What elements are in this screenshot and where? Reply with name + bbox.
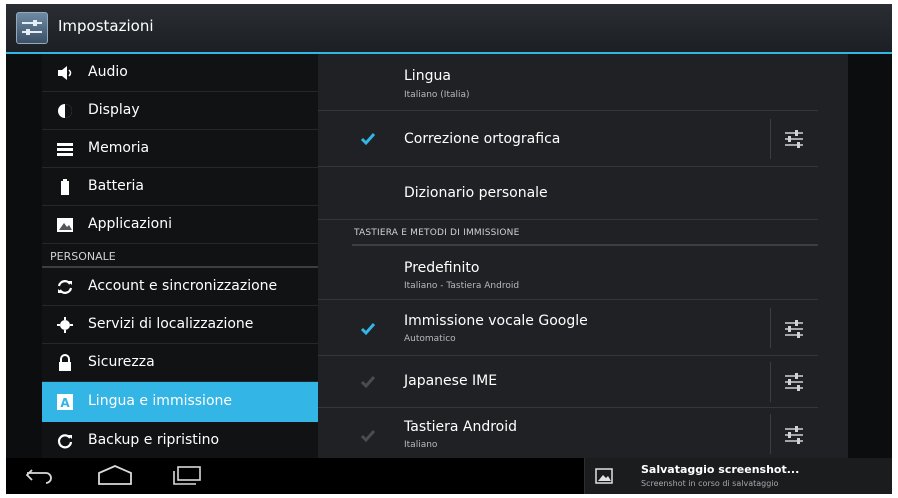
tune-icon[interactable]	[782, 128, 806, 150]
setting-title: Lingua	[404, 68, 451, 84]
tune-icon[interactable]	[782, 371, 806, 393]
sidebar-item-label: Account e sincronizzazione	[88, 278, 278, 294]
sidebar-item-sicurezza[interactable]: Sicurezza	[42, 344, 318, 382]
system-navigation-bar: Salvataggio screenshot... Screenshot in …	[6, 458, 892, 494]
android-screen: Impostazioni Audio Display Memoria Batte…	[6, 4, 892, 494]
recents-icon[interactable]	[170, 465, 204, 487]
sidebar-item-label: Servizi di localizzazione	[88, 316, 254, 332]
sidebar-item-applicazioni[interactable]: Applicazioni	[42, 206, 318, 244]
checkbox-checked-disabled-icon[interactable]	[360, 374, 376, 390]
tune-icon[interactable]	[782, 318, 806, 340]
sidebar-item-label: Sicurezza	[88, 354, 155, 370]
row-divider	[770, 414, 771, 454]
brightness-icon	[58, 104, 72, 118]
row-divider	[770, 362, 771, 402]
setting-subtitle: Automatico	[404, 334, 456, 344]
sidebar-item-label: Batteria	[88, 178, 144, 194]
sidebar-section-header: PERSONALE	[42, 244, 318, 268]
notification-title: Salvataggio screenshot...	[641, 463, 800, 476]
sidebar-item-account[interactable]: Account e sincronizzazione	[42, 268, 318, 306]
screenshot-notification[interactable]: Salvataggio screenshot... Screenshot in …	[584, 458, 892, 494]
sidebar-item-display[interactable]: Display	[42, 92, 318, 130]
setting-title: Correzione ortografica	[404, 131, 561, 147]
location-icon	[57, 317, 73, 333]
section-header-label: PERSONALE	[50, 250, 116, 263]
sidebar-item-localizzazione[interactable]: Servizi di localizzazione	[42, 306, 318, 344]
sidebar-item-memoria[interactable]: Memoria	[42, 130, 318, 168]
setting-title: Tastiera Android	[404, 419, 518, 435]
settings-category-list[interactable]: Audio Display Memoria Batteria Applicazi…	[42, 54, 318, 458]
setting-subtitle: Italiano (Italia)	[404, 90, 470, 100]
battery-icon	[61, 179, 69, 195]
image-icon	[595, 468, 613, 484]
sidebar-item-label: Applicazioni	[88, 216, 172, 232]
sidebar-item-audio[interactable]: Audio	[42, 54, 318, 92]
language-setting-row[interactable]: Lingua Italiano (Italia)	[318, 54, 818, 111]
back-icon[interactable]	[24, 467, 54, 485]
sync-icon	[57, 280, 73, 294]
sidebar-item-label: Audio	[88, 64, 128, 80]
language-input-settings-pane[interactable]: Lingua Italiano (Italia) Correzione orto…	[318, 54, 848, 458]
sidebar-item-label: Display	[88, 102, 140, 118]
keyboard-section-header: TASTIERA E METODI DI IMMISSIONE	[352, 220, 818, 246]
setting-title: Predefinito	[404, 260, 480, 276]
japanese-ime-row[interactable]: Japanese IME	[318, 356, 818, 408]
spell-check-row[interactable]: Correzione ortografica	[318, 111, 818, 167]
svg-text:A: A	[60, 396, 70, 410]
sidebar-item-backup[interactable]: Backup e ripristino	[42, 422, 318, 458]
settings-sliders-icon[interactable]	[16, 12, 48, 44]
apps-icon	[57, 218, 73, 232]
tune-icon[interactable]	[782, 424, 806, 446]
setting-title: Japanese IME	[404, 373, 498, 389]
storage-icon	[57, 143, 73, 156]
android-keyboard-row[interactable]: Tastiera Android Italiano	[318, 408, 818, 458]
setting-title: Immissione vocale Google	[404, 313, 588, 329]
row-divider	[770, 308, 771, 348]
sidebar-item-label: Lingua e immissione	[88, 393, 232, 409]
notification-subtitle: Screenshot in corso di salvataggio	[641, 479, 779, 488]
default-ime-row[interactable]: Predefinito Italiano - Tastiera Android	[318, 246, 818, 300]
page-title: Impostazioni	[58, 17, 154, 35]
row-divider	[770, 119, 771, 159]
speaker-icon	[58, 66, 72, 80]
section-header-label: TASTIERA E METODI DI IMMISSIONE	[354, 228, 520, 238]
home-icon[interactable]	[96, 464, 134, 486]
checkbox-checked-icon[interactable]	[360, 131, 376, 147]
sidebar-item-lingua[interactable]: A Lingua e immissione	[42, 382, 318, 422]
settings-content: Audio Display Memoria Batteria Applicazi…	[6, 54, 892, 458]
sidebar-item-batteria[interactable]: Batteria	[42, 168, 318, 206]
sidebar-item-label: Backup e ripristino	[88, 432, 220, 448]
google-voice-row[interactable]: Immissione vocale Google Automatico	[318, 300, 818, 356]
sidebar-item-label: Memoria	[88, 140, 150, 156]
personal-dictionary-row[interactable]: Dizionario personale	[318, 167, 818, 220]
setting-title: Dizionario personale	[404, 185, 548, 201]
action-bar: Impostazioni	[6, 4, 892, 54]
lock-icon	[59, 354, 71, 371]
checkbox-checked-disabled-icon[interactable]	[360, 428, 376, 444]
setting-subtitle: Italiano - Tastiera Android	[404, 281, 520, 291]
checkbox-checked-icon[interactable]	[360, 321, 376, 337]
language-icon: A	[57, 394, 73, 410]
backup-icon	[57, 434, 73, 449]
setting-subtitle: Italiano	[404, 440, 438, 450]
